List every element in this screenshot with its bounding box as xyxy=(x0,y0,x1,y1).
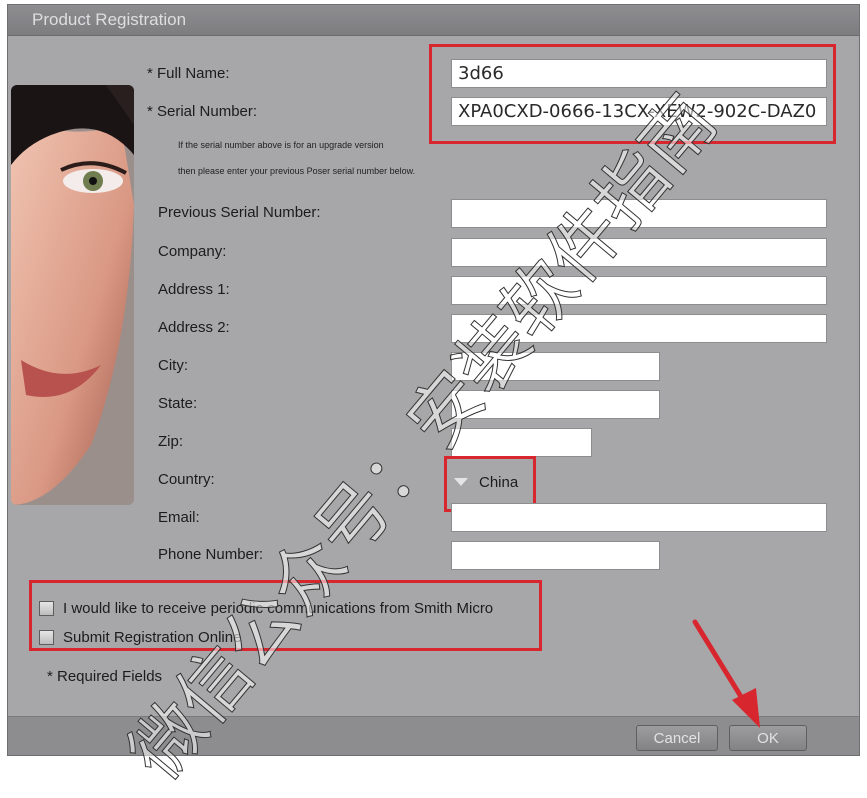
arrow-head-icon xyxy=(732,688,760,728)
annotation-arrow xyxy=(692,619,760,728)
screenshot-frame: Product Registration * Full Name: 3d66 *… xyxy=(0,0,867,795)
arrow-shaft xyxy=(692,619,751,711)
